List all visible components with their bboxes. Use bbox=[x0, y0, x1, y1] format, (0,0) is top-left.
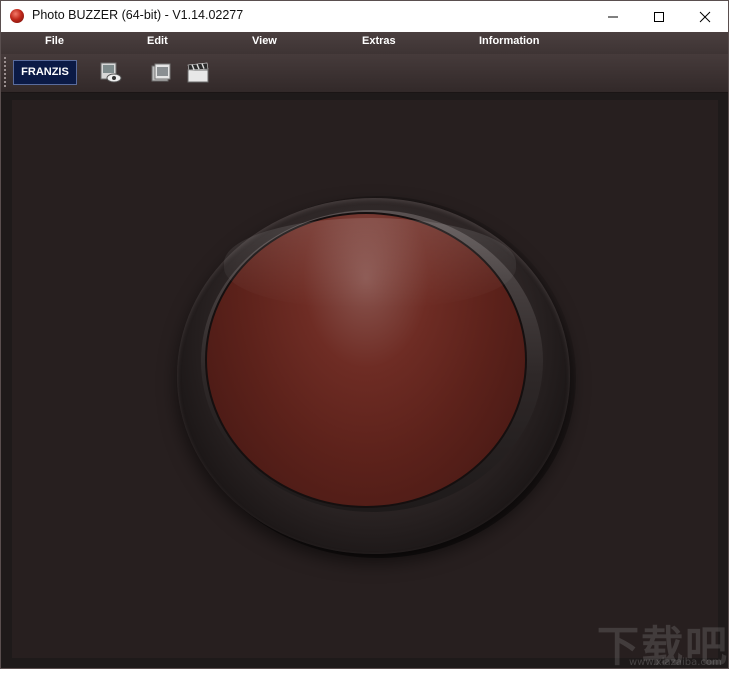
folder-image-icon bbox=[151, 63, 171, 82]
maximize-button[interactable] bbox=[636, 1, 682, 32]
menu-view[interactable]: View bbox=[252, 35, 277, 47]
buzzer-highlight bbox=[224, 218, 516, 308]
menu-file[interactable]: File bbox=[45, 35, 64, 47]
menu-edit[interactable]: Edit bbox=[147, 35, 168, 47]
image-view-button[interactable] bbox=[99, 61, 123, 85]
close-icon bbox=[699, 11, 711, 22]
main-canvas bbox=[12, 100, 718, 658]
maximize-icon bbox=[654, 11, 664, 22]
menu-extras[interactable]: Extras bbox=[362, 35, 396, 47]
toolbar-grip[interactable] bbox=[4, 57, 6, 89]
video-button[interactable] bbox=[186, 61, 210, 85]
menu-information[interactable]: Information bbox=[479, 35, 540, 47]
app-window: Photo BUZZER (64-bit) - V1.14.02277 File… bbox=[0, 0, 729, 671]
clapperboard-icon bbox=[187, 62, 209, 83]
app-logo-icon bbox=[10, 9, 24, 23]
franzis-logo-button[interactable]: FRANZIS bbox=[13, 60, 77, 85]
menu-bar: File Edit View Extras Information bbox=[1, 32, 728, 54]
watermark-url: www.xiazaiba.com bbox=[629, 657, 722, 668]
open-folder-button[interactable] bbox=[149, 61, 173, 85]
window-title: Photo BUZZER (64-bit) - V1.14.02277 bbox=[32, 8, 244, 22]
minimize-icon bbox=[608, 16, 618, 17]
image-view-icon bbox=[100, 62, 122, 83]
close-button[interactable] bbox=[682, 1, 728, 32]
title-bar[interactable]: Photo BUZZER (64-bit) - V1.14.02277 bbox=[1, 1, 728, 32]
toolbar: FRANZIS bbox=[1, 54, 728, 93]
minimize-button[interactable] bbox=[590, 1, 636, 32]
